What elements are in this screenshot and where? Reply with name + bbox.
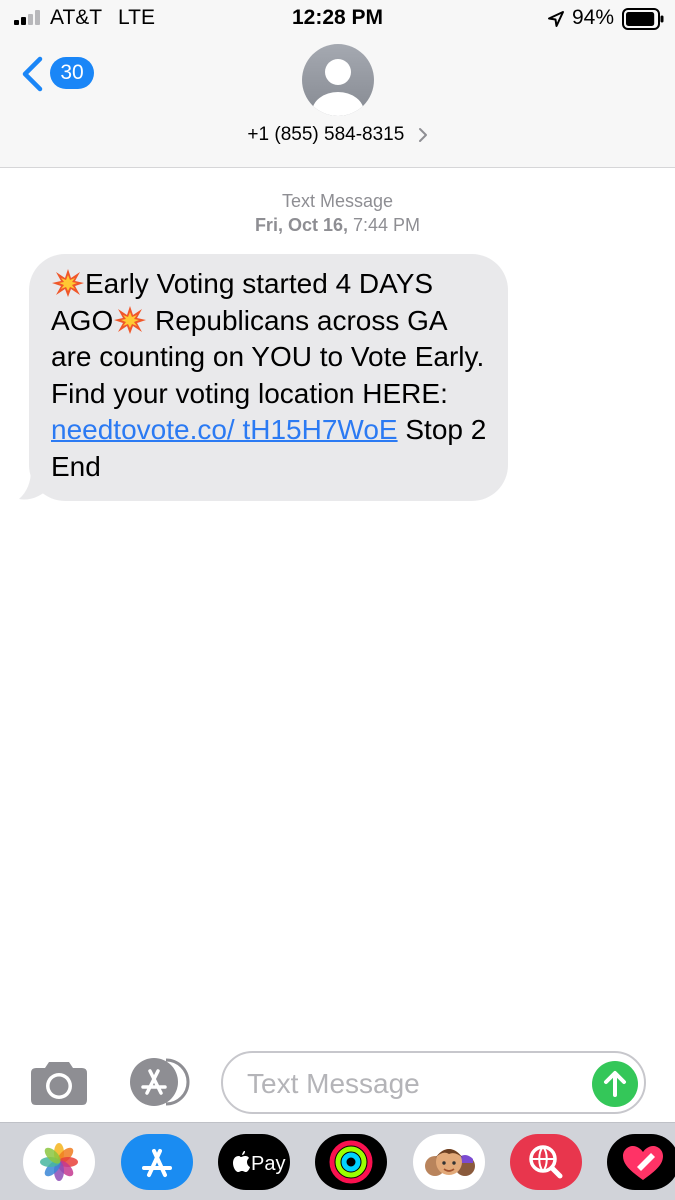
memoji-icon[interactable] (413, 1134, 485, 1190)
collision-icon (52, 269, 84, 297)
photos-icon[interactable] (23, 1134, 95, 1190)
svg-text:Pay: Pay (251, 1153, 285, 1175)
message-type-label: Text Message (281, 191, 394, 211)
message-compose-field[interactable] (221, 1051, 646, 1114)
heart-sticker-icon[interactable] (607, 1134, 675, 1190)
contact-phone-number: +1 (855) 584-8315 (247, 124, 405, 145)
status-bar: AT&T LTE 12:28 PM 94% (0, 0, 675, 40)
web-search-icon[interactable] (510, 1134, 582, 1190)
message-bubble[interactable]: Early Voting started 4 DAYS AGO Republic… (29, 254, 508, 501)
message-link[interactable]: needtovote.co/ tH15H7WoE (51, 414, 398, 445)
back-button[interactable]: 30 (20, 54, 100, 94)
conversation-header: 30 +1 (855) 584-8315 (0, 40, 675, 168)
message-text-part-2: AGO (51, 304, 114, 336)
app-store-icon[interactable] (121, 1134, 193, 1190)
camera-icon[interactable] (30, 1058, 88, 1106)
collision-icon (114, 305, 147, 334)
battery-icon (622, 8, 664, 30)
location-arrow-icon (548, 11, 564, 27)
messages-screen: AT&T LTE 12:28 PM 94% 30 +1 (855) 584-83… (0, 0, 675, 1200)
chevron-left-icon (22, 56, 43, 92)
message-date: Fri, Oct 16, (254, 215, 348, 235)
imessage-app-drawer: Pay (0, 1122, 675, 1200)
battery-percentage: 94% (572, 6, 615, 29)
contact-name-button[interactable]: +1 (855) 584-8315 (0, 124, 675, 146)
send-arrow-icon[interactable] (592, 1061, 638, 1107)
message-time: 7:44 PM (353, 215, 421, 235)
chevron-right-icon (418, 127, 427, 142)
unread-count-badge: 30 (50, 57, 94, 89)
contact-avatar-icon[interactable] (302, 44, 374, 116)
activity-icon[interactable] (315, 1134, 387, 1190)
message-input[interactable] (247, 1065, 577, 1103)
app-store-button-icon[interactable] (126, 1056, 190, 1108)
message-text-part-1: Early Voting started 4 DAYS (85, 268, 434, 299)
message-timestamp: Fri, Oct 16, 7:44 PM (0, 215, 675, 236)
apple-pay-icon[interactable]: Pay (218, 1134, 290, 1190)
